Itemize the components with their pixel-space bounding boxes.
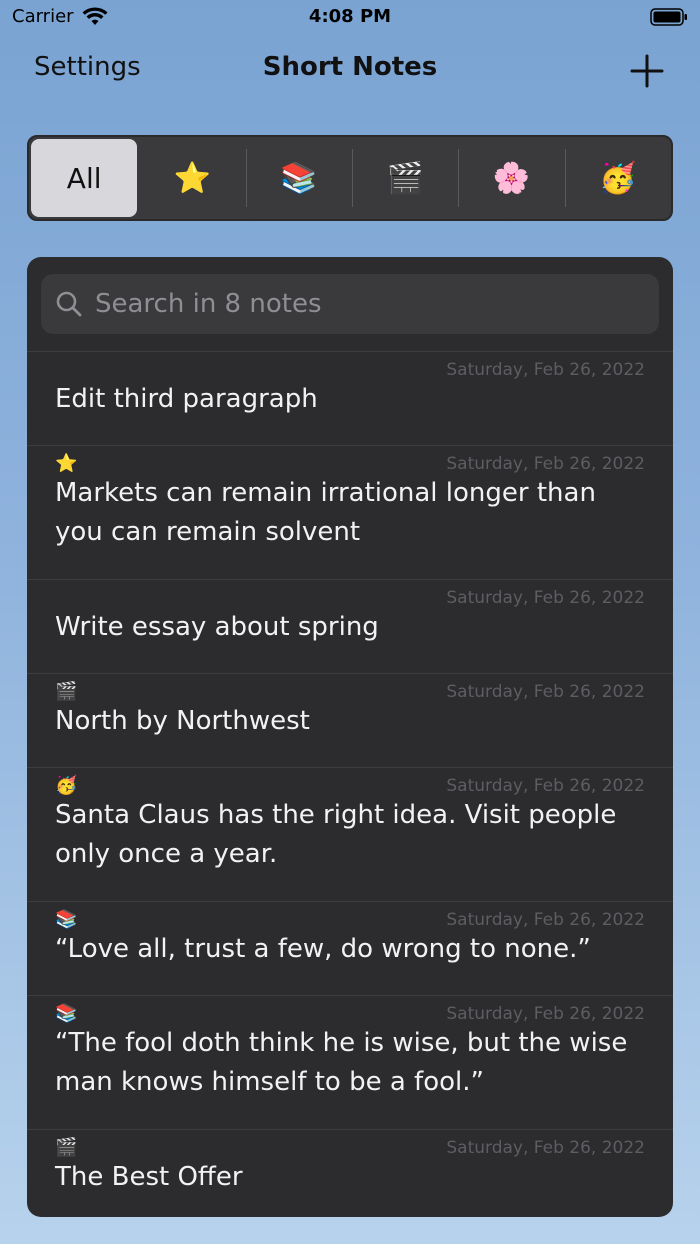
note-date: Saturday, Feb 26, 2022 <box>446 776 645 796</box>
note-category-icon: 🎬 <box>55 1137 78 1158</box>
segment-2[interactable]: 📚 <box>245 137 352 219</box>
note-date: Saturday, Feb 26, 2022 <box>446 910 645 930</box>
note-text: Markets can remain irrational longer tha… <box>55 478 596 547</box>
notes-card: Saturday, Feb 26, 2022 Edit third paragra… <box>27 257 673 1217</box>
segment-label: 📚 <box>280 160 318 196</box>
note-category-icon: 🎬 <box>55 681 78 702</box>
note-row[interactable]: Saturday, Feb 26, 2022 🎬 North by Northwes… <box>27 673 673 767</box>
status-bar: Carrier 4:08 PM <box>0 0 700 36</box>
search-icon <box>56 291 82 317</box>
note-row[interactable]: Saturday, Feb 26, 2022 📚 “The fool doth th… <box>27 995 673 1129</box>
segment-label: 🥳 <box>599 160 637 196</box>
settings-button[interactable]: Settings <box>34 52 141 82</box>
segment-1[interactable]: ⭐ <box>139 137 245 219</box>
segment-label: ⭐ <box>173 160 212 196</box>
note-date: Saturday, Feb 26, 2022 <box>446 1138 645 1158</box>
segment-label: 🎬 <box>386 160 424 196</box>
note-row[interactable]: Saturday, Feb 26, 2022 ⭐ Markets can remai… <box>27 445 673 579</box>
note-date: Saturday, Feb 26, 2022 <box>446 360 645 380</box>
search-bar[interactable] <box>41 274 659 334</box>
note-category-icon: ⭐ <box>55 453 78 474</box>
battery-icon <box>650 8 687 26</box>
segment-4[interactable]: 🌸 <box>458 137 564 219</box>
note-text: “Love all, trust a few, do wrong to none… <box>55 934 591 964</box>
note-text: “The fool doth think he is wise, but the… <box>55 1028 628 1097</box>
notes-list: Saturday, Feb 26, 2022 Edit third paragra… <box>27 351 673 1217</box>
note-text: North by Northwest <box>55 706 310 736</box>
note-row[interactable]: Saturday, Feb 26, 2022 🥳 Santa Claus has t… <box>27 767 673 901</box>
plus-icon[interactable] <box>630 54 664 88</box>
note-text: Santa Claus has the right idea. Visit pe… <box>55 800 617 869</box>
category-filter: All ⭐ 📚 🎬 🌸 🥳 <box>27 135 673 221</box>
segment-all[interactable]: All <box>31 139 138 217</box>
segment-3[interactable]: 🎬 <box>351 137 458 219</box>
note-row[interactable]: Saturday, Feb 26, 2022 Write essay about … <box>27 579 673 673</box>
note-date: Saturday, Feb 26, 2022 <box>446 588 645 608</box>
note-date: Saturday, Feb 26, 2022 <box>446 682 645 702</box>
status-time: 4:08 PM <box>308 6 392 27</box>
note-category-icon: 📚 <box>55 909 78 930</box>
segment-label: 🌸 <box>492 160 531 196</box>
note-text: The Best Offer <box>55 1162 243 1192</box>
note-row[interactable]: Saturday, Feb 26, 2022 Edit third paragra… <box>27 351 673 445</box>
note-text: Edit third paragraph <box>55 384 318 414</box>
note-date: Saturday, Feb 26, 2022 <box>446 1004 645 1024</box>
note-category-icon: 🥳 <box>55 775 78 796</box>
segment-5[interactable]: 🥳 <box>564 137 671 219</box>
note-row[interactable]: Saturday, Feb 26, 2022 📚 “Love all, trust … <box>27 901 673 995</box>
note-text: Write essay about spring <box>55 612 379 642</box>
note-category-icon: 📚 <box>55 1003 78 1024</box>
search-input[interactable] <box>93 288 659 320</box>
note-date: Saturday, Feb 26, 2022 <box>446 454 645 474</box>
note-row[interactable]: Saturday, Feb 26, 2022 🎬 The Best Offer <box>27 1129 673 1217</box>
segment-label: All <box>66 161 102 195</box>
